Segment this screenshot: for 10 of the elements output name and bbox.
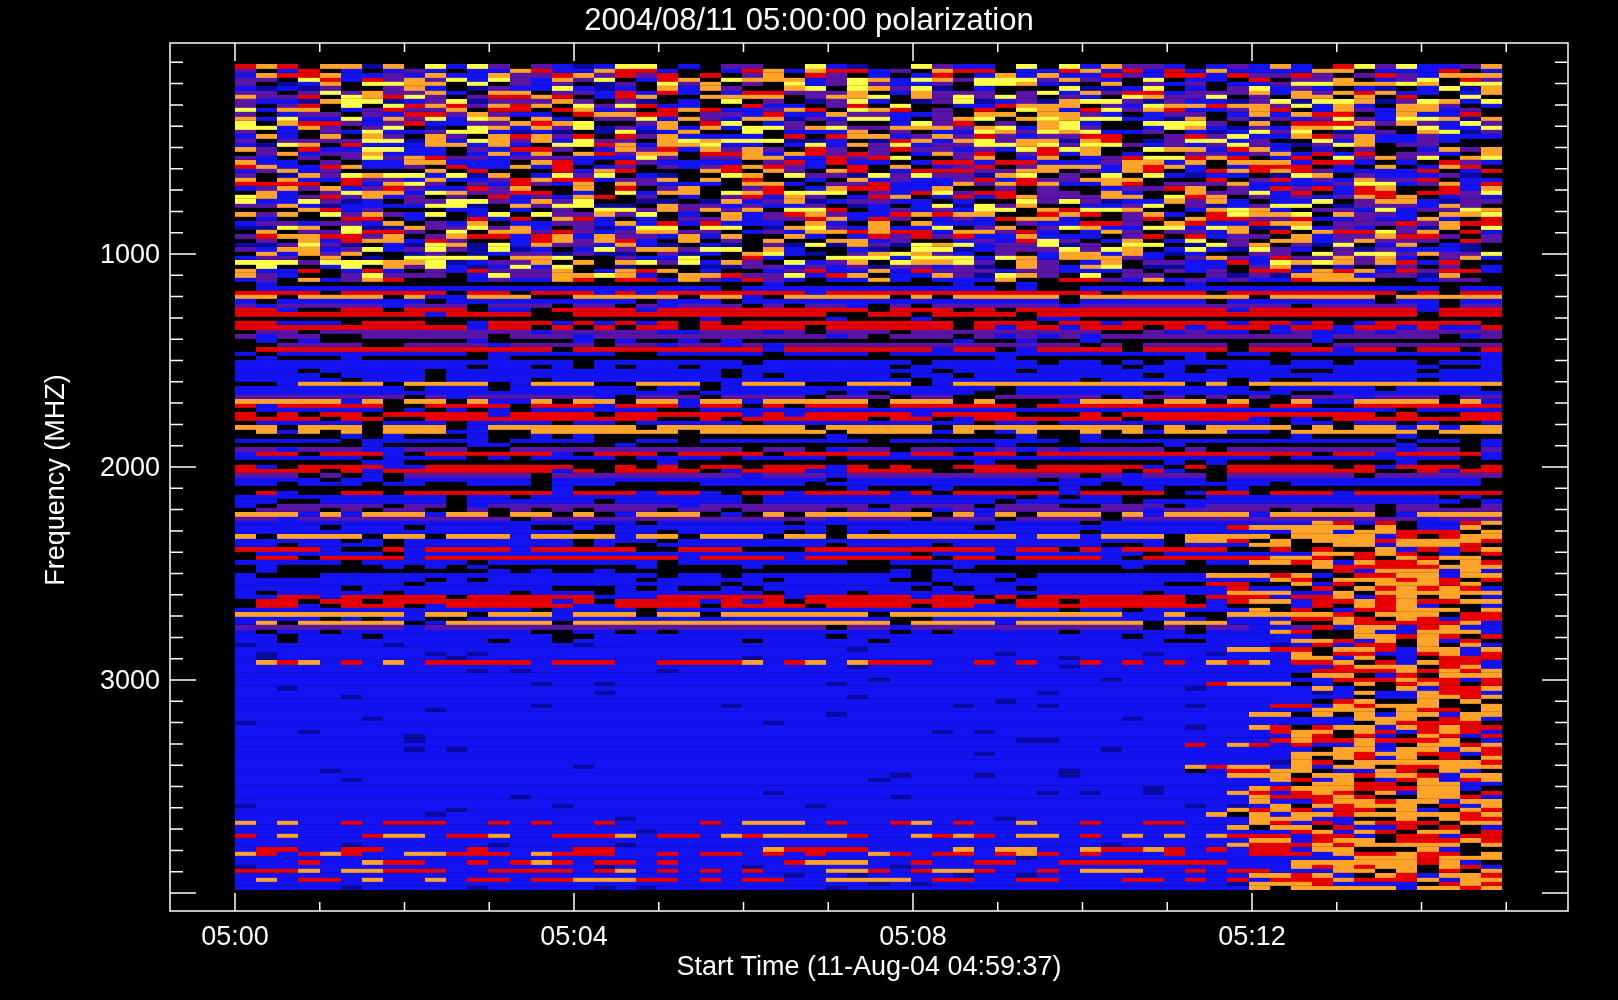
y-tick-label: 3000 bbox=[99, 665, 160, 695]
y-tick-label: 1000 bbox=[99, 239, 160, 269]
plot-title: 2004/08/11 05:00:00 polarization bbox=[584, 2, 1034, 37]
x-tick-label: 05:04 bbox=[540, 921, 608, 951]
x-tick-label: 05:08 bbox=[879, 921, 947, 951]
y-axis-label: Frequency (MHZ) bbox=[40, 374, 70, 586]
y-tick-label: 2000 bbox=[99, 452, 160, 482]
x-tick-label: 05:00 bbox=[201, 921, 269, 951]
x-tick-label: 05:12 bbox=[1218, 921, 1286, 951]
x-axis-label: Start Time (11-Aug-04 04:59:37) bbox=[676, 951, 1062, 981]
